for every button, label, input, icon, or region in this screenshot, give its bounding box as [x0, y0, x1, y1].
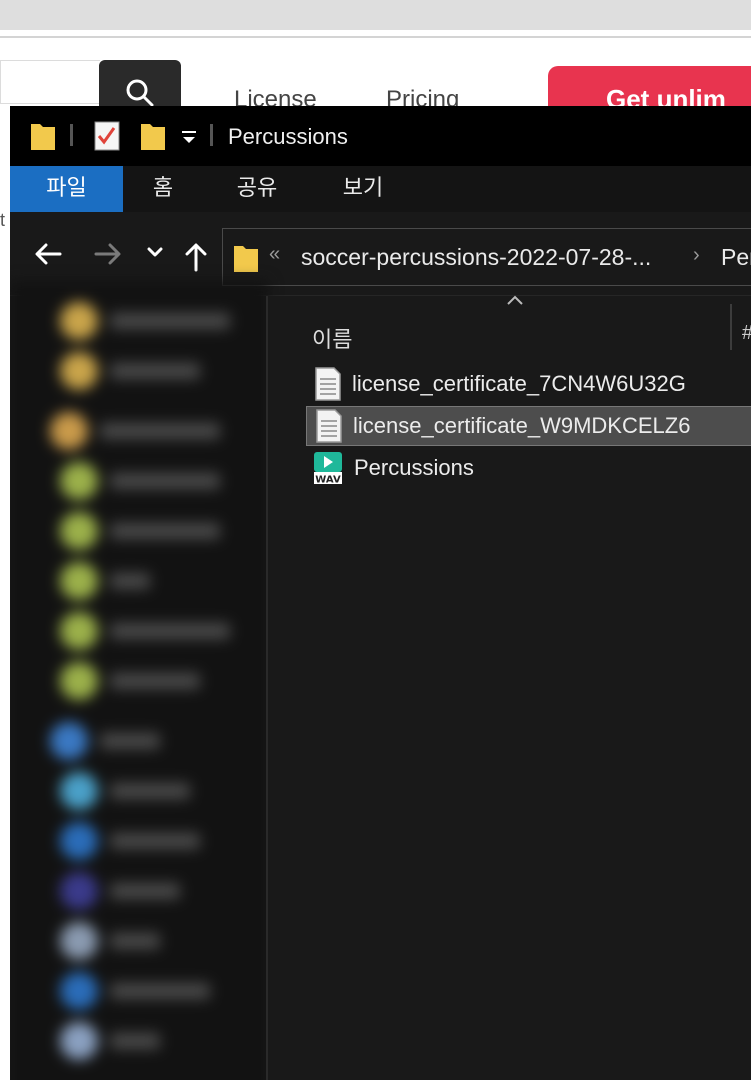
file-name: license_certificate_7CN4W6U32G: [352, 371, 686, 396]
text-file-icon: [316, 409, 342, 443]
ribbon: 파일 홈 공유 보기: [10, 166, 751, 212]
back-arrow-icon[interactable]: [32, 240, 64, 268]
site-search-input[interactable]: [0, 60, 100, 104]
file-explorer-window: Percussions 파일 홈 공유 보기 « soccer-percussi…: [10, 106, 751, 1080]
breadcrumb-segment[interactable]: soccer-percussions-2022-07-28-...: [301, 244, 651, 271]
toolbar-separator: [210, 124, 213, 146]
tab-home[interactable]: 홈: [135, 166, 191, 212]
tab-file[interactable]: 파일: [10, 166, 123, 212]
breadcrumb-segment[interactable]: Per: [721, 244, 751, 271]
file-list: 이름 # license_certificate_7CN4W6U32G lice…: [268, 295, 751, 1080]
recent-locations-chevron-icon[interactable]: [146, 246, 164, 260]
address-overflow-chevron[interactable]: «: [269, 243, 280, 266]
navigation-pane[interactable]: [10, 281, 268, 1080]
tab-share[interactable]: 공유: [222, 166, 292, 212]
toolbar-separator: [70, 124, 73, 146]
folder-icon: [31, 124, 55, 150]
up-arrow-icon[interactable]: [182, 240, 210, 272]
column-header-next[interactable]: #: [742, 322, 751, 345]
text-file-icon: [315, 367, 341, 401]
file-name: license_certificate_W9MDKCELZ6: [353, 413, 691, 438]
folder-icon: [234, 246, 258, 272]
sort-ascending-icon: [507, 295, 523, 305]
breadcrumb-separator[interactable]: ›: [693, 244, 700, 267]
wav-audio-icon: WAV: [314, 452, 342, 486]
file-row-selected[interactable]: license_certificate_W9MDKCELZ6: [306, 406, 751, 446]
customize-toolbar-icon[interactable]: [180, 128, 198, 146]
address-bar[interactable]: « soccer-percussions-2022-07-28-... › Pe…: [222, 228, 751, 286]
new-folder-icon[interactable]: [140, 120, 166, 152]
wav-badge: WAV: [315, 475, 341, 486]
page-edge-text: t: [0, 210, 6, 230]
window-title: Percussions: [228, 124, 348, 149]
search-icon: [126, 79, 154, 107]
properties-icon[interactable]: [94, 120, 120, 152]
browser-tab-strip: [0, 0, 751, 30]
browser-divider: [0, 36, 751, 38]
file-name: Percussions: [354, 455, 474, 480]
file-row[interactable]: license_certificate_7CN4W6U32G: [306, 364, 751, 404]
tab-view[interactable]: 보기: [328, 166, 398, 212]
column-header-name[interactable]: 이름: [312, 322, 352, 354]
forward-arrow-icon[interactable]: [92, 240, 124, 268]
title-bar: Percussions: [10, 106, 751, 166]
file-row[interactable]: WAV Percussions: [306, 448, 751, 488]
column-divider[interactable]: [730, 304, 732, 350]
